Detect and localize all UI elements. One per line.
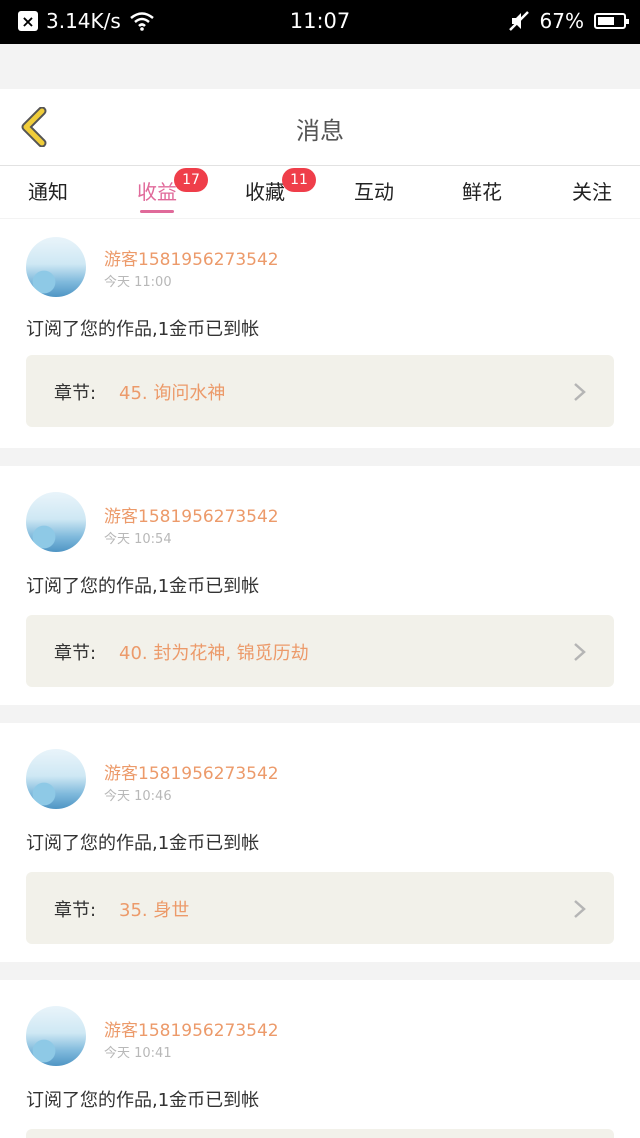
tab-label: 收藏: [245, 180, 285, 204]
chapter-link[interactable]: 章节: 45. 询问水神: [26, 355, 614, 427]
chapter-link[interactable]: 章节: 40. 封为花神, 锦觅历劫: [26, 615, 614, 687]
battery-icon: [594, 13, 629, 29]
message-text: 订阅了您的作品,1金币已到帐: [26, 319, 260, 340]
tab-favorites[interactable]: 收藏 11: [220, 168, 316, 205]
username[interactable]: 游客1581956273542: [104, 1016, 279, 1041]
chapter-link[interactable]: 章节: 35. 身世: [26, 872, 614, 944]
message-text: 订阅了您的作品,1金币已到帐: [26, 833, 260, 854]
tab-label: 关注: [572, 180, 612, 204]
timestamp: 今天 11:00: [104, 275, 172, 290]
chapter-link[interactable]: [26, 1129, 614, 1138]
chevron-right-icon: [574, 643, 586, 661]
favorites-badge: 11: [282, 168, 316, 192]
chapter-label: 章节:: [54, 383, 97, 404]
page-header: 消息: [0, 89, 640, 166]
active-tab-indicator: [140, 210, 174, 213]
avatar[interactable]: [26, 1006, 86, 1066]
chevron-right-icon: [574, 383, 586, 401]
avatar[interactable]: [26, 749, 86, 809]
tab-follows[interactable]: 关注: [547, 176, 637, 205]
tab-interactions[interactable]: 互动: [329, 176, 419, 205]
timestamp: 今天 10:41: [104, 1046, 172, 1061]
chapter-label: 章节:: [54, 900, 97, 921]
message-text: 订阅了您的作品,1金币已到帐: [26, 576, 260, 597]
tab-notifications[interactable]: 通知: [3, 176, 93, 205]
chapter-label: 章节:: [54, 643, 97, 664]
status-bar: × 3.14K/s 11:07 67%: [0, 0, 640, 44]
page-title: 消息: [296, 117, 344, 145]
username[interactable]: 游客1581956273542: [104, 759, 279, 784]
chapter-title: 40. 封为花神, 锦觅历劫: [119, 643, 309, 664]
username[interactable]: 游客1581956273542: [104, 245, 279, 270]
timestamp: 今天 10:46: [104, 789, 172, 804]
timestamp: 今天 10:54: [104, 532, 172, 547]
chapter-title: 35. 身世: [119, 900, 190, 921]
earnings-badge: 17: [174, 168, 208, 192]
chapter-title: 45. 询问水神: [119, 383, 226, 404]
tab-label: 鲜花: [462, 180, 502, 204]
message-card: 游客1581956273542 今天 11:00 订阅了您的作品,1金币已到帐 …: [0, 219, 640, 448]
message-card: 游客1581956273542 今天 10:46 订阅了您的作品,1金币已到帐 …: [0, 723, 640, 962]
message-card: 游客1581956273542 今天 10:41 订阅了您的作品,1金币已到帐: [0, 980, 640, 1138]
avatar[interactable]: [26, 237, 86, 297]
tab-earnings[interactable]: 收益 17: [112, 168, 208, 205]
status-right: 67%: [508, 9, 629, 33]
message-card: 游客1581956273542 今天 10:54 订阅了您的作品,1金币已到帐 …: [0, 466, 640, 705]
message-text: 订阅了您的作品,1金币已到帐: [26, 1090, 260, 1111]
battery-fill: [598, 17, 614, 25]
tab-bar: 通知 收益 17 收藏 11 互动 鲜花 关注: [0, 166, 640, 218]
tab-label: 互动: [354, 180, 394, 204]
username[interactable]: 游客1581956273542: [104, 502, 279, 527]
tab-flowers[interactable]: 鲜花: [437, 176, 527, 205]
battery-percent: 67%: [539, 9, 584, 33]
mute-icon: [508, 11, 529, 31]
tab-label: 通知: [28, 180, 68, 204]
chevron-right-icon: [574, 900, 586, 918]
tab-label: 收益: [137, 180, 177, 204]
avatar[interactable]: [26, 492, 86, 552]
